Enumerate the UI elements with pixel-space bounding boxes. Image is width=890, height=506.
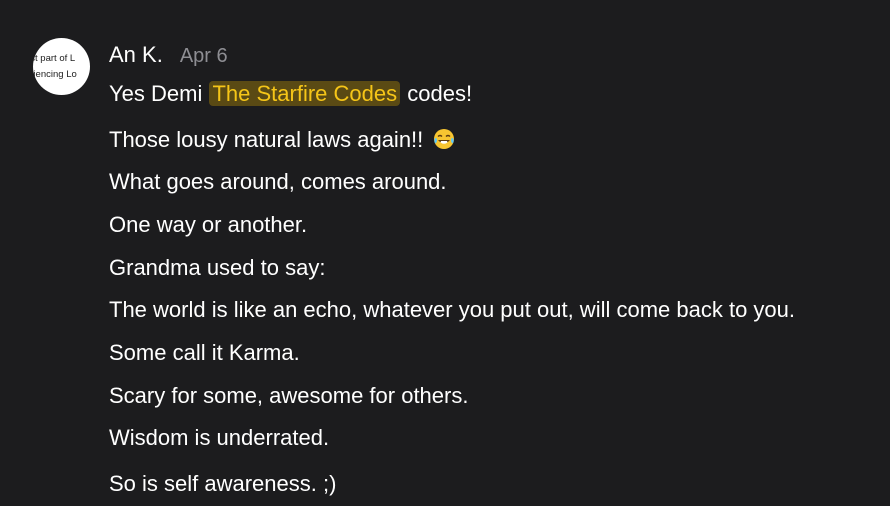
comment-text-before-mention: Yes Demi — [109, 81, 203, 106]
comment-text-after-mention: codes! — [407, 81, 473, 106]
comment-line-5: Grandma used to say: — [109, 255, 326, 280]
comment-line-10: So is self awareness. ;) — [109, 471, 337, 496]
comment-line-7: Some call it Karma. — [109, 340, 300, 365]
author-name[interactable]: An K. — [109, 42, 163, 68]
author-avatar[interactable]: est part of L eriencing Lo — [33, 38, 90, 95]
comment-line-text: Those lousy natural laws again!! — [109, 127, 424, 152]
comment-line-8: Scary for some, awesome for others. — [109, 383, 469, 408]
comment-line-9: Wisdom is underrated. — [109, 425, 330, 450]
comment-line-4: One way or another. — [109, 212, 308, 237]
comment-header: An K. Apr 6 — [109, 42, 228, 68]
tears-of-joy-emoji-icon — [433, 128, 455, 157]
comment-line-2: Those lousy natural laws again!! — [109, 126, 455, 157]
comment-date[interactable]: Apr 6 — [180, 45, 228, 68]
comment-line-1: Yes Demi The Starfire Codes codes! — [109, 80, 472, 108]
mention-link[interactable]: The Starfire Codes — [209, 81, 401, 106]
comment-line-6: The world is like an echo, whatever you … — [109, 297, 796, 322]
comment-line-3: What goes around, comes around. — [109, 169, 447, 194]
avatar-text-line-2: eriencing Lo — [33, 69, 77, 80]
avatar-text-line-1: est part of L — [33, 53, 76, 64]
